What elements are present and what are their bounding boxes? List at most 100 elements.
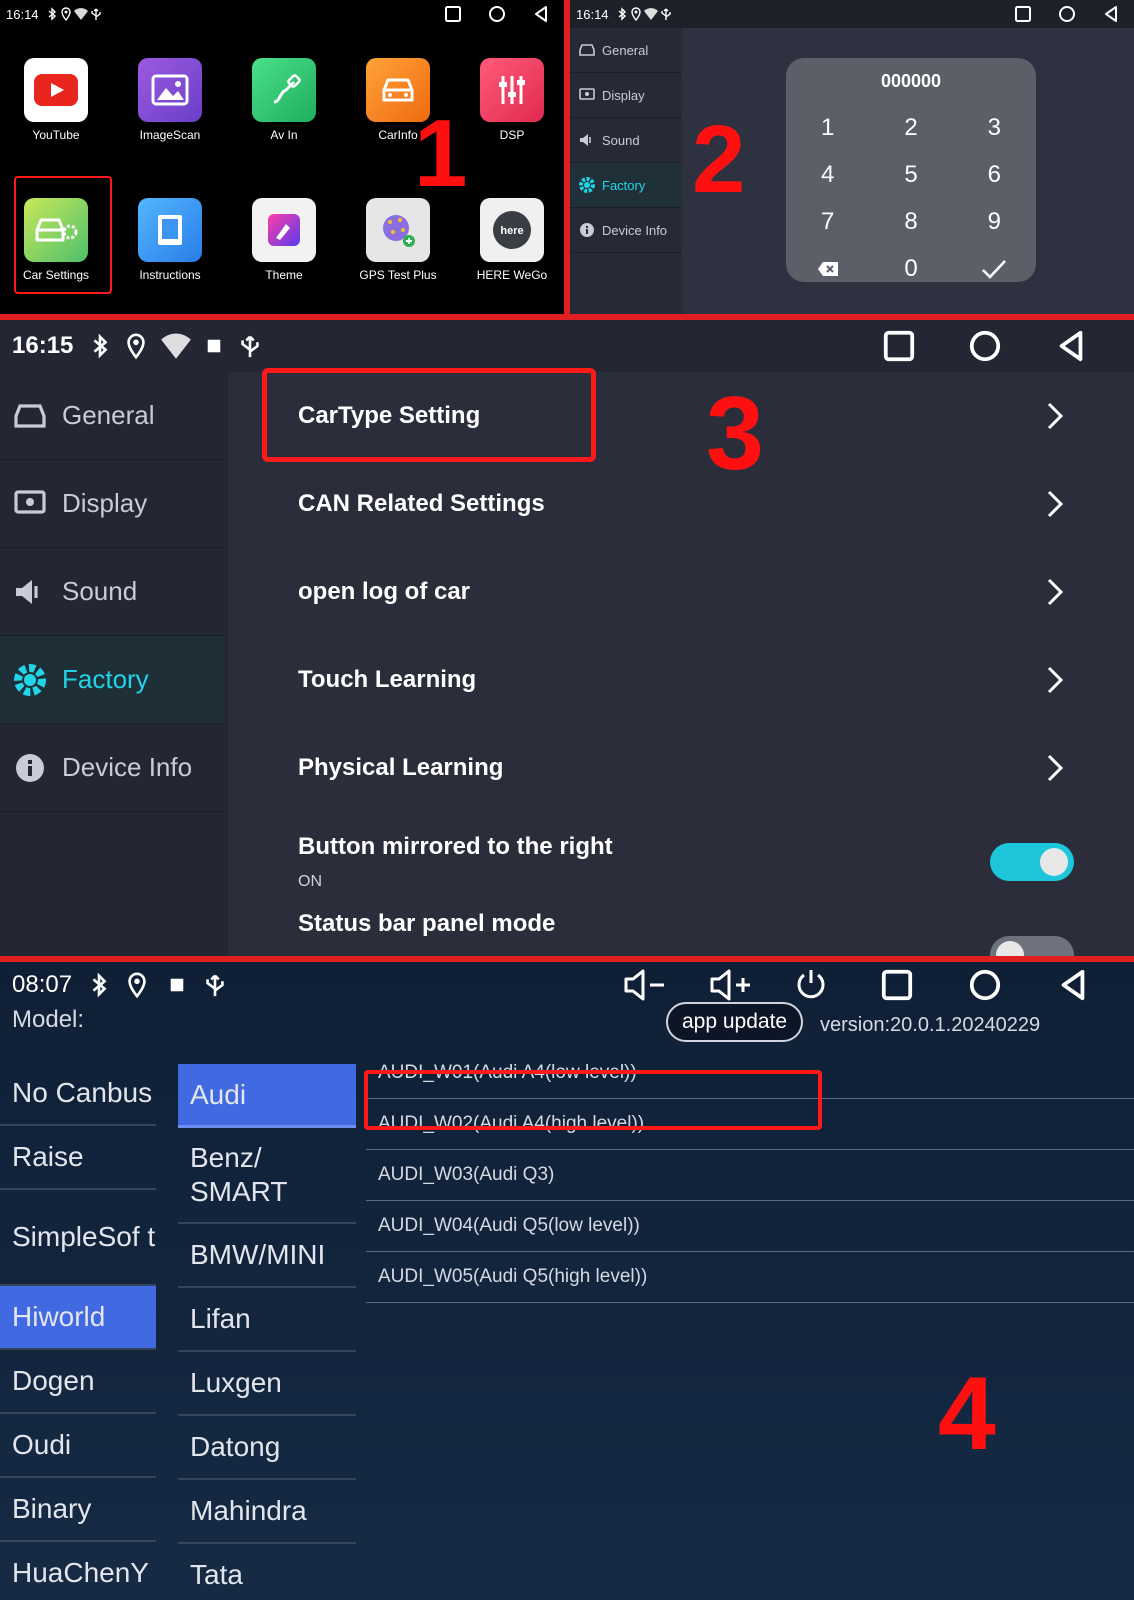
mirror-toggle[interactable] (990, 843, 1074, 881)
car-icon (14, 403, 46, 428)
app-theme[interactable]: Theme (234, 198, 334, 282)
key-5[interactable]: 5 (869, 151, 952, 198)
row-open-log-of-car[interactable]: open log of car (298, 548, 1064, 636)
recents-button-icon[interactable] (1014, 5, 1032, 23)
status-time: 16:14 (576, 6, 609, 22)
sidebar-item-factory[interactable]: Factory (570, 163, 682, 208)
model-item[interactable]: AUDI_W05(Audi Q5(high level)) (366, 1252, 1134, 1303)
key-3[interactable]: 3 (953, 104, 1036, 151)
key-8[interactable]: 8 (869, 198, 952, 245)
brand-item[interactable]: Tata (178, 1544, 356, 1600)
app-label: HERE WeGo (476, 268, 548, 282)
app-label: Theme (265, 268, 303, 282)
settings-sidebar: General Display Sound Factory Device Inf… (0, 372, 224, 956)
protocol-item[interactable]: Binary (0, 1478, 156, 1542)
location-icon (60, 7, 71, 21)
app-av-in[interactable]: Av In (234, 58, 334, 142)
status-icons (45, 7, 103, 21)
brand-item-selected[interactable]: Audi (178, 1064, 356, 1128)
row-label: Button mirrored to the right (298, 833, 613, 860)
key-0[interactable]: 0 (869, 245, 952, 292)
protocol-item[interactable]: No Canbus (0, 1062, 156, 1126)
app-youtube[interactable]: YouTube (6, 58, 106, 142)
info-icon (580, 223, 594, 237)
protocol-item[interactable]: SimpleSof t (0, 1190, 156, 1286)
sidebar-item-display[interactable]: Display (0, 460, 224, 548)
sidebar-item-general[interactable]: General (570, 28, 682, 73)
bluetooth-icon (48, 7, 56, 21)
key-2[interactable]: 2 (869, 104, 952, 151)
sidebar-item-sound[interactable]: Sound (570, 118, 682, 163)
sidebar-label: Display (62, 488, 148, 518)
app-dsp[interactable]: DSP (462, 58, 562, 142)
sidebar-item-factory[interactable]: Factory (0, 636, 224, 724)
nav-buttons (444, 0, 550, 28)
home-button-icon[interactable] (488, 5, 506, 23)
protocol-item[interactable]: HuaChenY (0, 1542, 156, 1600)
volume-up-icon[interactable] (708, 968, 754, 1002)
backspace-key[interactable] (786, 245, 869, 292)
model-item[interactable]: AUDI_W03(Audi Q3) (366, 1150, 1134, 1201)
app-imagescan[interactable]: ImageScan (120, 58, 220, 142)
back-button-icon[interactable] (1054, 329, 1088, 363)
key-7[interactable]: 7 (786, 198, 869, 245)
row-can-related-settings[interactable]: CAN Related Settings (298, 460, 1064, 548)
brand-item[interactable]: BMW/MINI (178, 1224, 356, 1288)
sidebar-item-device-info[interactable]: Device Info (570, 208, 682, 253)
status-bar-toggle[interactable] (990, 936, 1074, 956)
recents-button-icon[interactable] (444, 5, 462, 23)
protocol-item-selected[interactable]: Hiworld (0, 1286, 156, 1350)
chevron-right-icon (1047, 578, 1064, 606)
sidebar-item-device-info[interactable]: Device Info (0, 724, 224, 812)
brand-item[interactable]: Lifan (178, 1288, 356, 1352)
row-label: open log of car (298, 578, 471, 605)
settings-sidebar: General Display Sound Factory Device Inf… (570, 28, 682, 314)
power-icon[interactable] (794, 968, 828, 1002)
volume-down-icon[interactable] (622, 968, 668, 1002)
speaker-icon (580, 134, 591, 146)
back-button-icon[interactable] (532, 5, 550, 23)
sidebar-item-display[interactable]: Display (570, 73, 682, 118)
brand-item[interactable]: Mahindra (178, 1480, 356, 1544)
gear-icon (579, 177, 595, 193)
row-status: ON (298, 873, 322, 890)
app-gps-test-plus[interactable]: GPS Test Plus (348, 198, 448, 282)
row-status-bar-panel-mode[interactable]: Status bar panel mode (298, 904, 1074, 956)
sidebar-item-general[interactable]: General (0, 372, 224, 460)
key-1[interactable]: 1 (786, 104, 869, 151)
highlight-cartype-setting (262, 368, 596, 462)
home-button-icon[interactable] (1058, 5, 1076, 23)
sidebar-label: Display (602, 87, 645, 103)
brand-item[interactable]: Benz/ SMART (178, 1128, 356, 1224)
app-here-wego[interactable]: here HERE WeGo (462, 198, 562, 282)
recents-button-icon[interactable] (882, 329, 916, 363)
back-button-icon[interactable] (1102, 5, 1120, 23)
key-6[interactable]: 6 (953, 151, 1036, 198)
protocol-item[interactable]: Dogen (0, 1350, 156, 1414)
version-text: version:20.0.1.20240229 (820, 1014, 1041, 1036)
sidebar-label: Sound (602, 132, 640, 148)
status-bar: 16:15 (0, 320, 1134, 372)
panel-factory-settings: 16:15 General Display Sound Factory Devi… (0, 320, 1134, 956)
row-physical-learning[interactable]: Physical Learning (298, 724, 1064, 812)
recents-button-icon[interactable] (880, 968, 914, 1002)
protocol-item[interactable]: Oudi (0, 1414, 156, 1478)
row-touch-learning[interactable]: Touch Learning (298, 636, 1064, 724)
brand-item[interactable]: Luxgen (178, 1352, 356, 1416)
app-update-button[interactable]: app update (666, 1002, 804, 1042)
bluetooth-icon (92, 972, 107, 998)
key-9[interactable]: 9 (953, 198, 1036, 245)
protocol-item[interactable]: Raise (0, 1126, 156, 1190)
chevron-right-icon (1047, 666, 1064, 694)
confirm-key[interactable] (953, 245, 1036, 292)
row-button-mirrored[interactable]: Button mirrored to the right ON (298, 812, 1074, 912)
app-instructions[interactable]: Instructions (120, 198, 220, 282)
key-4[interactable]: 4 (786, 151, 869, 198)
row-label: Touch Learning (298, 666, 477, 693)
home-button-icon[interactable] (968, 968, 1002, 1002)
sidebar-item-sound[interactable]: Sound (0, 548, 224, 636)
back-button-icon[interactable] (1056, 968, 1090, 1002)
home-button-icon[interactable] (968, 329, 1002, 363)
brand-item[interactable]: Datong (178, 1416, 356, 1480)
model-item[interactable]: AUDI_W04(Audi Q5(low level)) (366, 1201, 1134, 1252)
